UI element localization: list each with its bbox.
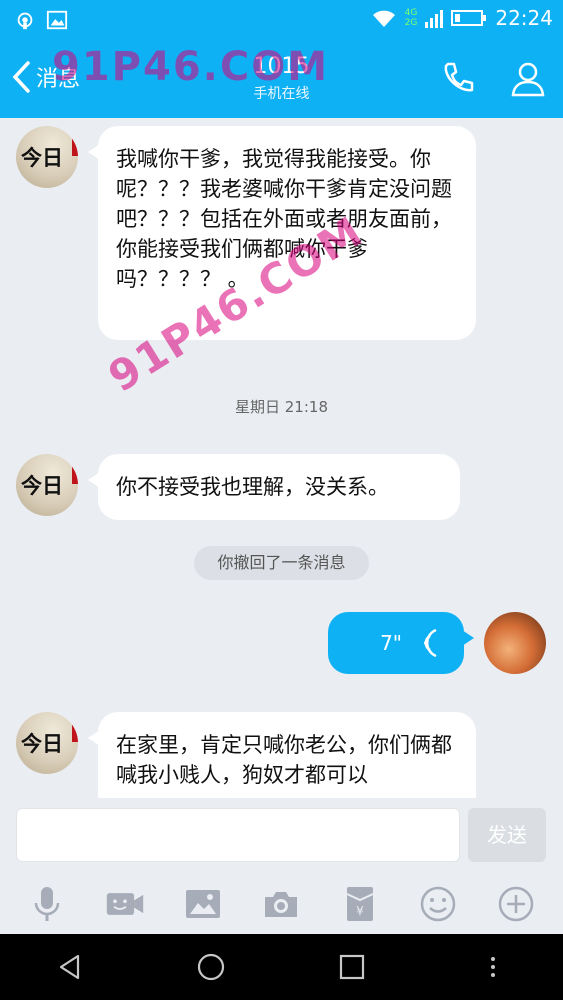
voice-input-button[interactable] [27,884,67,924]
avatar[interactable]: 今日 [16,454,78,516]
status-time: 22:24 [495,6,553,30]
online-status: 手机在线 [253,86,310,102]
nav-menu-button[interactable] [473,947,513,987]
profile-button[interactable] [508,58,548,98]
send-button[interactable]: 发送 [468,808,546,862]
gallery-notification-icon [46,10,68,30]
hotspot-icon [17,12,33,30]
microphone-icon [34,887,60,921]
red-packet-button[interactable]: ¥ [340,884,380,924]
dots-menu-icon [490,957,495,977]
voice-wave-icon [424,628,437,658]
message-bubble[interactable]: 你不接受我也理解，没关系。 [88,454,460,520]
plus-icon [498,886,534,922]
voice-duration: 7" [380,631,402,655]
signal-icon [425,10,444,28]
nav-back-button[interactable] [50,947,90,987]
message-bubble[interactable]: 在家里，肯定只喊你老公，你们俩都喊我小贱人，狗奴才都可以 [88,712,476,798]
chat-area[interactable]: 今日 我喊你干爹，我觉得我能接受。你呢？？？我老婆喊你干爹肯定没问题吧？？？包括… [0,118,563,798]
person-icon [511,62,545,97]
call-button[interactable] [438,58,478,98]
emoji-icon [420,886,456,922]
message-input[interactable] [16,808,460,862]
nav-home-button[interactable] [191,947,231,987]
wifi-icon [372,10,395,27]
camera-button[interactable] [261,884,301,924]
message-text: 我喊你干爹，我觉得我能接受。你呢？？？我老婆喊你干爹肯定没问题吧？？？包括在外面… [116,147,452,291]
video-call-button[interactable] [105,884,145,924]
video-icon [107,893,144,915]
network-4g-label: 4G [404,8,418,18]
my-avatar[interactable] [484,612,546,674]
message-text: 在家里，肯定只喊你老公，你们俩都喊我小贱人，狗奴才都可以 [116,733,452,787]
avatar[interactable]: 今日 [16,712,78,774]
network-2g-label: 2G [404,18,418,28]
more-button[interactable] [496,884,536,924]
emoji-button[interactable] [418,884,458,924]
image-icon [186,890,221,918]
camera-icon [265,892,298,917]
circle-home-icon [198,953,225,981]
image-button[interactable] [183,884,223,924]
message-text: 你不接受我也理解，没关系。 [116,475,389,499]
input-toolbar: ¥ [0,874,563,934]
svg-text:¥: ¥ [356,904,364,918]
battery-icon [451,10,487,26]
nav-recents-button[interactable] [332,947,372,987]
voice-message-bubble[interactable]: 7" [328,612,474,674]
timestamp: 星期日 21:18 [235,398,328,416]
chat-header: 消息 1015 手机在线 [0,40,563,118]
square-recents-icon [339,954,364,980]
avatar[interactable]: 今日 [16,126,78,188]
contact-title: 1015 [253,54,310,79]
status-bar: 4G 2G 22:24 [0,0,563,40]
message-bubble[interactable]: 我喊你干爹，我觉得我能接受。你呢？？？我老婆喊你干爹肯定没问题吧？？？包括在外面… [88,126,476,340]
red-packet-icon: ¥ [346,887,374,921]
recall-notice: 你撤回了一条消息 [194,546,369,580]
input-bar: 发送 [0,798,563,874]
triangle-back-icon [60,954,80,980]
system-nav-bar [0,934,563,1000]
phone-icon [444,62,474,92]
